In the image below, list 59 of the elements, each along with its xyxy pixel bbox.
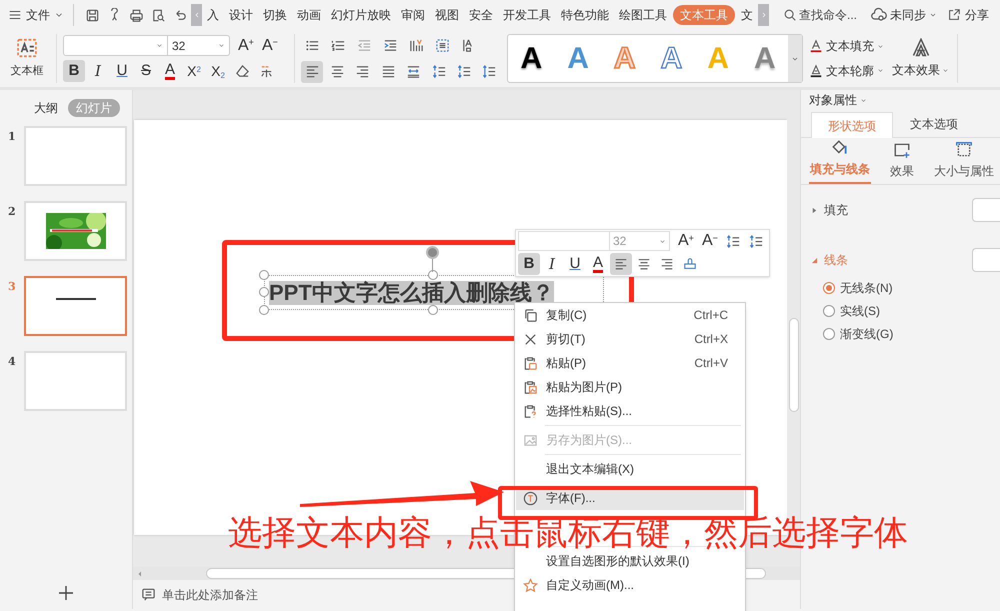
underline-button[interactable]: U <box>564 253 586 275</box>
menu-item[interactable]: 退出文本编辑(X) <box>516 457 744 481</box>
bold-button[interactable]: B <box>518 253 540 275</box>
sync-button[interactable]: 未同步 <box>871 6 937 24</box>
text-effect-button[interactable]: 文本效果 <box>892 38 949 79</box>
menu-tab[interactable]: 入 <box>203 5 223 25</box>
text-fill-button[interactable]: 文本填充 <box>809 37 884 56</box>
property-subtab[interactable]: 大小与属性 <box>933 138 995 184</box>
font-color-button[interactable]: A <box>159 60 181 82</box>
strikethrough-button[interactable]: S <box>135 60 157 82</box>
menu-item[interactable]: 复制(C) Ctrl+C <box>516 303 744 327</box>
notes-placeholder[interactable]: 单击此处添加备注 <box>162 586 258 604</box>
menu-tab[interactable]: 安全 <box>465 5 497 25</box>
menu-tab[interactable]: 开发工具 <box>499 5 555 25</box>
menu-tab[interactable]: 幻灯片放映 <box>327 5 395 25</box>
section-header[interactable]: 填充 <box>801 201 848 219</box>
bold-button[interactable]: B <box>63 60 85 82</box>
share-button[interactable]: 分享 <box>947 6 989 24</box>
radio-label[interactable]: 实线(S) <box>840 302 880 320</box>
menu-item[interactable]: 自定义动画(M)... <box>516 573 744 597</box>
font-size-button[interactable]: A$^{+}$ <box>238 38 254 54</box>
font-size-button[interactable]: A$^{−}$ <box>262 38 278 54</box>
slide-number: 1 <box>8 129 16 145</box>
menu-item[interactable]: 剪切(T) Ctrl+X <box>516 327 744 351</box>
panel-tab[interactable]: 文本选项 <box>893 111 975 137</box>
property-subtab[interactable]: 效果 <box>871 138 933 184</box>
menu-item[interactable]: 设置自选图形的默认效果(I) <box>516 549 744 573</box>
italic-button[interactable]: I <box>541 253 563 275</box>
menu-tab[interactable]: 文 <box>737 5 757 25</box>
text-box-button[interactable]: 文本框 <box>2 30 52 86</box>
menu-item[interactable]: 选择性粘贴(S)... <box>516 399 744 423</box>
italic-button[interactable]: I <box>87 60 109 82</box>
font-size-button[interactable]: A$^{+}$ <box>678 233 694 249</box>
script-button[interactable]: X$_{2}$ <box>207 60 229 82</box>
file-menu-button[interactable]: 文件 <box>6 3 66 27</box>
menu-tab[interactable]: 动画 <box>293 5 325 25</box>
underline-button[interactable]: U <box>111 60 133 82</box>
slide-number: 2 <box>8 204 16 220</box>
menu-item[interactable]: 粘贴为图片(P) <box>516 375 744 399</box>
menu-tab[interactable]: 绘图工具 <box>615 5 671 25</box>
radio-label[interactable]: 渐变线(G) <box>840 324 894 342</box>
search-field[interactable]: 查找命令... <box>783 4 863 26</box>
slide-title: PPT中文字怎么插入删除线？ <box>269 280 554 304</box>
panel-title[interactable]: 对象属性 <box>801 88 1000 112</box>
slide-number: 4 <box>8 354 16 370</box>
menu-tab[interactable]: 特色功能 <box>557 5 613 25</box>
font-size-field[interactable]: 32 <box>168 35 230 56</box>
script-button[interactable]: X$^{2}$ <box>183 60 205 82</box>
text-outline-button[interactable]: 文本轮廓 <box>809 62 884 80</box>
menu-tab[interactable]: 视图 <box>431 5 463 25</box>
menu-item[interactable]: 粘贴(P) Ctrl+V <box>516 351 744 375</box>
menu-tab[interactable]: 审阅 <box>397 5 429 25</box>
slide-number: 3 <box>8 279 16 295</box>
font-size-button[interactable]: A$^{−}$ <box>702 233 718 249</box>
font-color-button[interactable]: A <box>587 253 609 275</box>
menu-tab[interactable]: 切换 <box>259 5 291 25</box>
panel-tab[interactable]: 大纲 <box>32 99 60 117</box>
radio-label[interactable]: 无线条(N) <box>840 278 893 296</box>
menu-tab[interactable]: 设计 <box>225 5 257 25</box>
